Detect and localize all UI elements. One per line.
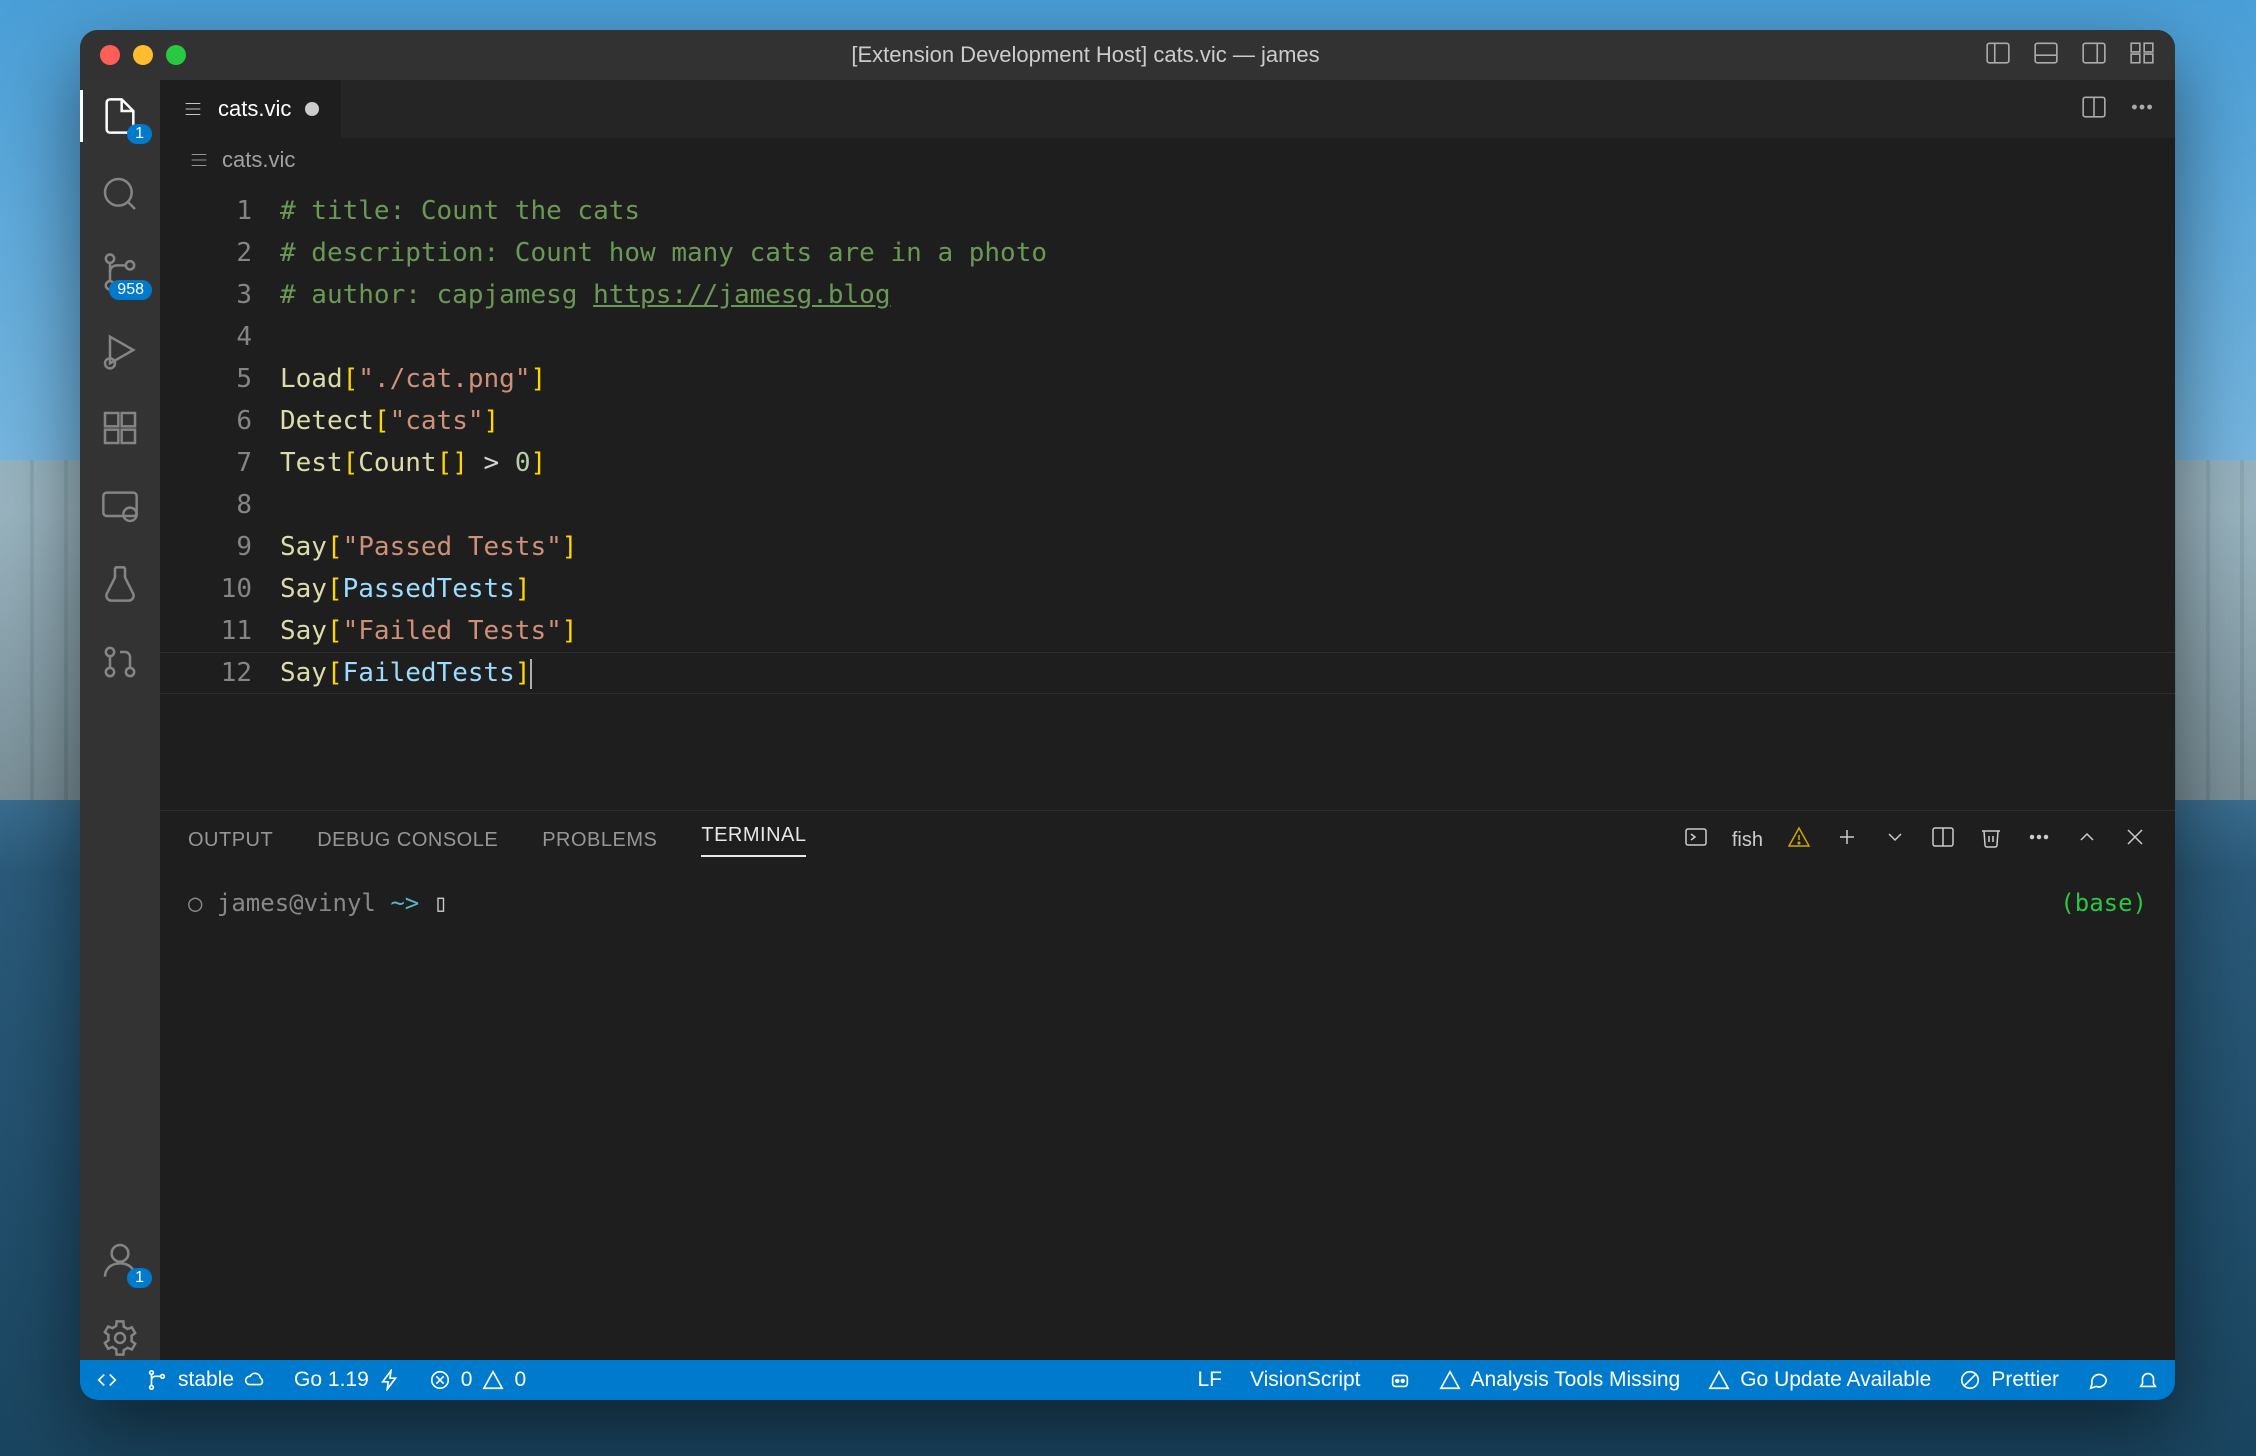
close-window-button[interactable] bbox=[100, 45, 120, 65]
analysis-tools-status[interactable]: Analysis Tools Missing bbox=[1439, 1368, 1681, 1392]
code-content[interactable]: # title: Count the cats# description: Co… bbox=[280, 182, 1047, 810]
more-actions-icon[interactable] bbox=[2129, 94, 2155, 125]
github-pr-tab[interactable] bbox=[98, 640, 142, 684]
traffic-lights bbox=[100, 45, 186, 65]
split-terminal-icon[interactable] bbox=[1931, 825, 1955, 855]
file-icon bbox=[188, 149, 210, 171]
maximize-window-button[interactable] bbox=[166, 45, 186, 65]
block-icon bbox=[1959, 1369, 1981, 1391]
status-bar: stable Go 1.19 0 0 LF VisionScript Analy… bbox=[80, 1360, 2175, 1400]
remote-explorer-tab[interactable] bbox=[98, 484, 142, 528]
warning-icon bbox=[1708, 1369, 1730, 1391]
customize-layout-icon[interactable] bbox=[2129, 40, 2155, 71]
error-icon bbox=[429, 1369, 451, 1391]
prompt-env: (base) bbox=[2060, 889, 2147, 917]
code-editor[interactable]: 123456789101112 # title: Count the cats#… bbox=[160, 182, 2175, 810]
panel-more-icon[interactable] bbox=[2027, 825, 2051, 855]
new-terminal-icon[interactable] bbox=[1835, 825, 1859, 855]
terminal-warning-icon[interactable] bbox=[1787, 825, 1811, 855]
account-badge: 1 bbox=[127, 1268, 152, 1288]
editor-tabbar: cats.vic bbox=[160, 80, 2175, 138]
language-mode-status[interactable]: VisionScript bbox=[1250, 1368, 1361, 1392]
window-title: [Extension Development Host] cats.vic — … bbox=[200, 42, 1971, 68]
warning-icon bbox=[1439, 1369, 1461, 1391]
prettier-status[interactable]: Prettier bbox=[1959, 1368, 2059, 1392]
terminal-profile-icon[interactable] bbox=[1684, 825, 1708, 855]
extensions-tab[interactable] bbox=[98, 406, 142, 450]
vscode-window: [Extension Development Host] cats.vic — … bbox=[80, 30, 2175, 1400]
bolt-icon bbox=[379, 1369, 401, 1391]
problems-status[interactable]: 0 0 bbox=[429, 1368, 526, 1392]
search-tab[interactable] bbox=[98, 172, 142, 216]
prompt-path: ~> bbox=[390, 889, 419, 917]
explorer-badge: 1 bbox=[127, 124, 152, 144]
maximize-panel-icon[interactable] bbox=[2075, 825, 2099, 855]
git-branch-icon bbox=[146, 1369, 168, 1391]
breadcrumb-label: cats.vic bbox=[222, 147, 295, 173]
explorer-tab[interactable]: 1 bbox=[98, 94, 142, 138]
terminal-shell-label[interactable]: fish bbox=[1732, 829, 1763, 852]
source-control-tab[interactable]: 958 bbox=[98, 250, 142, 294]
terminal-body[interactable]: ○ james@vinyl ~> ▯ (base) bbox=[160, 869, 2175, 1360]
prompt-cursor: ▯ bbox=[434, 889, 448, 917]
scm-badge: 958 bbox=[109, 280, 152, 300]
panel-tab-output[interactable]: OUTPUT bbox=[188, 829, 273, 852]
dirty-indicator-icon bbox=[305, 102, 319, 116]
panel-tab-terminal[interactable]: TERMINAL bbox=[701, 824, 806, 857]
git-branch-status[interactable]: stable bbox=[146, 1368, 266, 1392]
go-version-status[interactable]: Go 1.19 bbox=[294, 1368, 401, 1392]
close-panel-icon[interactable] bbox=[2123, 825, 2147, 855]
panel-tab-problems[interactable]: PROBLEMS bbox=[542, 829, 657, 852]
testing-tab[interactable] bbox=[98, 562, 142, 606]
cloud-sync-icon bbox=[244, 1369, 266, 1391]
copilot-status[interactable] bbox=[1389, 1369, 1411, 1391]
prompt-user: james@vinyl bbox=[217, 889, 390, 917]
remote-indicator[interactable] bbox=[96, 1369, 118, 1391]
account-icon[interactable]: 1 bbox=[98, 1238, 142, 1282]
titlebar: [Extension Development Host] cats.vic — … bbox=[80, 30, 2175, 80]
notifications-icon[interactable] bbox=[2137, 1369, 2159, 1391]
feedback-icon[interactable] bbox=[2087, 1369, 2109, 1391]
run-debug-tab[interactable] bbox=[98, 328, 142, 372]
terminal-dropdown-icon[interactable] bbox=[1883, 825, 1907, 855]
toggle-secondary-sidebar-icon[interactable] bbox=[2081, 40, 2107, 71]
prompt-marker: ○ bbox=[188, 889, 217, 917]
toggle-primary-sidebar-icon[interactable] bbox=[1985, 40, 2011, 71]
tab-label: cats.vic bbox=[218, 96, 291, 122]
eol-status[interactable]: LF bbox=[1198, 1368, 1223, 1392]
bottom-panel: OUTPUT DEBUG CONSOLE PROBLEMS TERMINAL f… bbox=[160, 810, 2175, 1360]
file-icon bbox=[182, 98, 204, 120]
settings-gear-icon[interactable] bbox=[98, 1316, 142, 1360]
kill-terminal-icon[interactable] bbox=[1979, 825, 2003, 855]
breadcrumb[interactable]: cats.vic bbox=[160, 138, 2175, 182]
activity-bar: 1 958 bbox=[80, 80, 160, 1360]
minimize-window-button[interactable] bbox=[133, 45, 153, 65]
split-editor-icon[interactable] bbox=[2081, 94, 2107, 125]
toggle-panel-icon[interactable] bbox=[2033, 40, 2059, 71]
editor-tab[interactable]: cats.vic bbox=[160, 80, 341, 138]
panel-tab-debug[interactable]: DEBUG CONSOLE bbox=[317, 829, 498, 852]
line-gutter: 123456789101112 bbox=[160, 182, 280, 810]
go-update-status[interactable]: Go Update Available bbox=[1708, 1368, 1931, 1392]
warning-icon bbox=[482, 1369, 504, 1391]
